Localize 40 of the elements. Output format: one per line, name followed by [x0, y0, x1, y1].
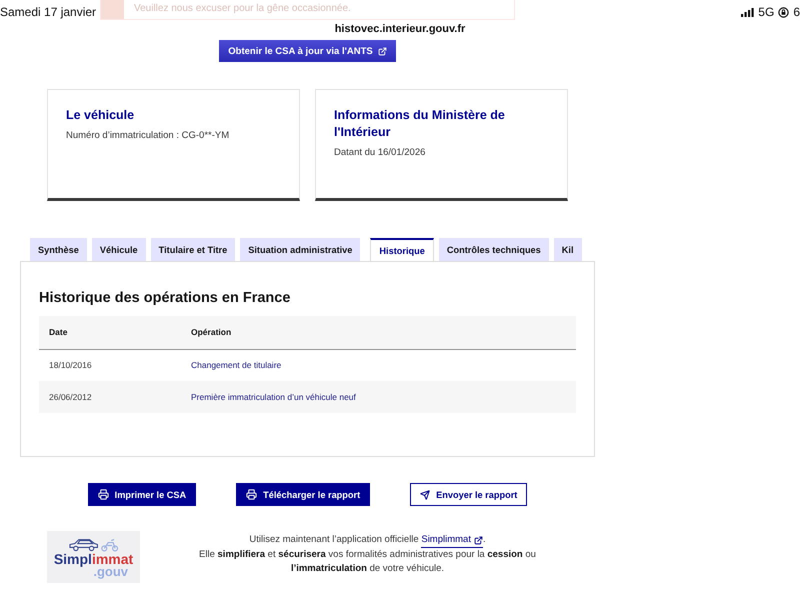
- send-icon: [420, 490, 430, 500]
- panel-heading: Historique des opérations en France: [39, 289, 292, 307]
- card-text: Datant du 16/01/2026: [334, 146, 426, 159]
- operation-cell: Première immatriculation d’un véhicule neuf: [181, 381, 576, 413]
- status-date: Samedi 17 janvier: [0, 5, 96, 19]
- operation-cell: Changement de titulaire: [181, 349, 576, 381]
- printer-icon: [98, 489, 109, 500]
- tab[interactable]: Historique: [370, 238, 434, 261]
- card-title: Informations du Ministère de l'Intérieur: [334, 107, 506, 141]
- action-button[interactable]: Télécharger le rapport: [236, 483, 370, 506]
- ants-button[interactable]: Obtenir le CSA à jour via l'ANTS: [219, 40, 396, 62]
- action-button[interactable]: Envoyer le rapport: [410, 483, 528, 506]
- column-header: Opération: [181, 316, 576, 349]
- tab[interactable]: Contrôles techniques: [438, 238, 549, 261]
- tab[interactable]: Véhicule: [92, 238, 146, 261]
- tab[interactable]: Kil: [554, 238, 582, 261]
- intro-sentence: Utilisez maintenant l’application officielle Simplimmat .: [249, 533, 486, 548]
- battery-level: 6: [793, 5, 800, 19]
- info-paragraph: Elle simplifiera et sécurisera vos formalités administratives pour la cession ou l’immatriculation de votre véhicule.: [198, 548, 537, 576]
- rotation-lock-icon: [778, 6, 790, 18]
- external-link-icon: [378, 46, 387, 56]
- alert-text: Veuillez nous excuser pour la gêne occasionnée.: [134, 3, 351, 14]
- simplimmat-link[interactable]: Simplimmat: [421, 533, 483, 548]
- card-text: Numéro d’immatriculation : CG-0**-YM: [66, 129, 230, 142]
- card-title: Le véhicule: [66, 107, 136, 124]
- logo-suffix: .gouv: [93, 566, 128, 578]
- signal-icon: [741, 8, 754, 16]
- date-cell: 26/06/2012: [39, 381, 181, 413]
- address-bar-url[interactable]: histovec.interieur.gouv.fr: [332, 23, 468, 35]
- printer-icon: [246, 489, 258, 500]
- logo-wordmark: Simplimmat: [54, 552, 134, 566]
- tab[interactable]: Situation administrative: [240, 238, 360, 261]
- tab[interactable]: Titulaire et Titre: [150, 238, 236, 261]
- tab[interactable]: Synthèse: [30, 238, 87, 261]
- car-and-motorbike-icon: [68, 538, 118, 552]
- network-label: 5G: [758, 5, 774, 19]
- column-header: Date: [39, 316, 181, 349]
- date-cell: 18/10/2016: [39, 349, 181, 381]
- action-button[interactable]: Imprimer le CSA: [88, 483, 196, 506]
- external-link-icon: [474, 536, 483, 544]
